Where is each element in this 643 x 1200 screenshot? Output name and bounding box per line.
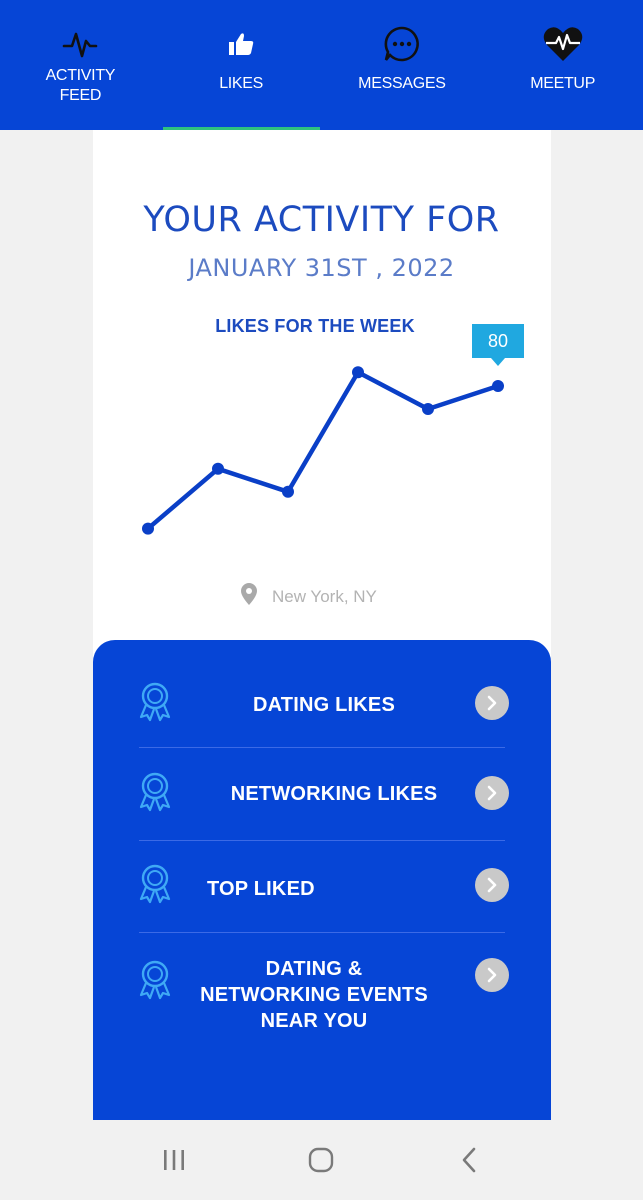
menu-item-label: TOP LIKED — [207, 878, 315, 900]
menu-item-events-near-you[interactable]: DATING & NETWORKING EVENTS NEAR YOU — [139, 956, 509, 1036]
menu-divider — [139, 932, 505, 933]
likes-line-chart — [142, 366, 504, 535]
chevron-right-icon[interactable] — [475, 686, 509, 720]
system-navigation-bar — [0, 1120, 643, 1200]
award-ribbon-icon — [133, 770, 177, 819]
data-point[interactable] — [492, 380, 504, 392]
data-point[interactable] — [282, 485, 294, 498]
series-line — [146, 369, 499, 531]
menu-item-label-line: NEAR YOU — [260, 1010, 368, 1032]
menu-item-dating-likes[interactable]: DATING LIKES — [139, 682, 509, 724]
award-ribbon-icon — [133, 680, 177, 729]
data-point[interactable] — [212, 462, 224, 475]
location-text: New York, NY — [272, 586, 377, 606]
menu-divider — [139, 747, 505, 748]
award-ribbon-icon — [133, 958, 177, 1007]
data-point[interactable] — [422, 403, 434, 415]
award-ribbon-icon — [133, 862, 177, 911]
location: New York, NY — [240, 582, 377, 611]
map-pin-icon — [240, 582, 258, 611]
menu-item-label: NETWORKING LIKES — [230, 783, 438, 805]
back-icon[interactable] — [439, 1130, 499, 1190]
menu-item-label-line: DATING & — [265, 958, 363, 980]
chevron-right-icon[interactable] — [475, 868, 509, 902]
home-icon[interactable] — [291, 1130, 351, 1190]
likes-menu-panel: DATING LIKES NETWORKING LIKES TOP LIKED … — [93, 640, 551, 1140]
menu-item-label: DATING LIKES — [252, 694, 396, 716]
data-point[interactable] — [142, 522, 154, 535]
menu-item-label: DATING & NETWORKING EVENTS NEAR YOU — [189, 956, 439, 1034]
chart-tooltip: 80 — [472, 324, 524, 366]
menu-item-label-line: NETWORKING EVENTS — [200, 984, 428, 1006]
chevron-right-icon[interactable] — [475, 776, 509, 810]
menu-item-top-liked[interactable]: TOP LIKED — [139, 864, 509, 906]
data-point[interactable] — [352, 366, 364, 379]
menu-item-networking-likes[interactable]: NETWORKING LIKES — [139, 772, 509, 814]
chevron-right-icon[interactable] — [475, 958, 509, 992]
recent-apps-icon[interactable] — [144, 1130, 204, 1190]
menu-divider — [139, 840, 505, 841]
